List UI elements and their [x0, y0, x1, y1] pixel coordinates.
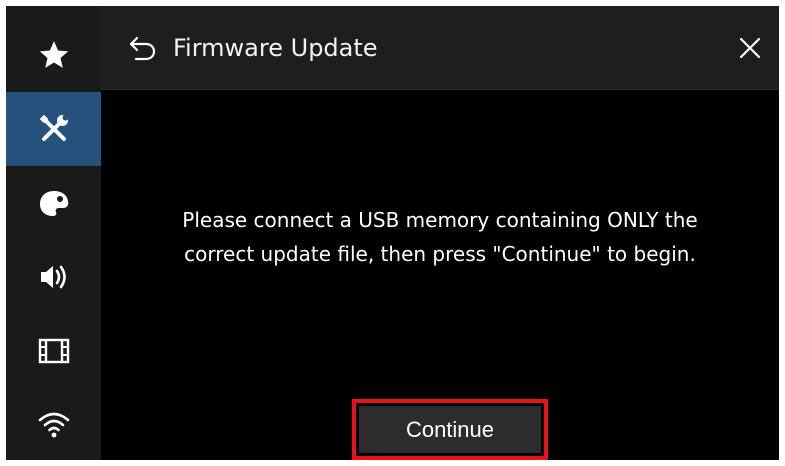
- message-line-2: correct update file, then press "Continu…: [184, 242, 696, 266]
- sidebar-item-settings[interactable]: [6, 92, 101, 166]
- close-icon[interactable]: [735, 33, 765, 63]
- tools-icon: [39, 114, 68, 141]
- device-screen: Firmware Update Please connect a USB mem…: [6, 6, 779, 460]
- page-title: Firmware Update: [173, 34, 378, 62]
- sidebar-item-video[interactable]: [6, 314, 101, 388]
- header-bar: Firmware Update: [101, 6, 779, 90]
- palette-icon: [39, 191, 68, 216]
- sidebar-item-audio[interactable]: [6, 240, 101, 314]
- star-icon: [39, 41, 68, 68]
- film-icon: [38, 338, 69, 364]
- continue-highlight: Continue: [352, 399, 548, 460]
- main-content: Please connect a USB memory containing O…: [101, 91, 779, 460]
- speaker-icon: [40, 265, 66, 289]
- sidebar-item-theme[interactable]: [6, 166, 101, 240]
- wifi-icon: [38, 412, 69, 438]
- back-arrow-icon[interactable]: [127, 32, 159, 64]
- sidebar-item-favorites[interactable]: [6, 18, 101, 92]
- message-line-1: Please connect a USB memory containing O…: [182, 208, 698, 232]
- instruction-message: Please connect a USB memory containing O…: [121, 203, 759, 271]
- sidebar: [6, 6, 101, 460]
- continue-button[interactable]: Continue: [359, 406, 541, 453]
- sidebar-item-wireless[interactable]: [6, 388, 101, 460]
